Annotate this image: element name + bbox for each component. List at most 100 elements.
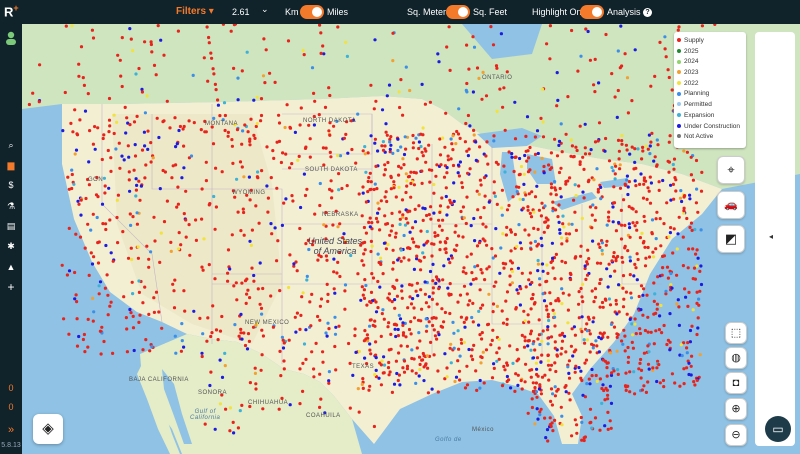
site-marker[interactable] — [174, 351, 178, 355]
site-marker[interactable] — [461, 270, 465, 274]
site-marker[interactable] — [637, 367, 641, 371]
site-marker[interactable] — [437, 218, 441, 222]
site-marker[interactable] — [633, 224, 637, 228]
site-marker[interactable] — [567, 391, 571, 395]
site-marker[interactable] — [102, 339, 106, 344]
site-marker[interactable] — [381, 272, 385, 276]
site-marker[interactable] — [380, 359, 384, 363]
site-marker[interactable] — [659, 244, 663, 248]
site-marker[interactable] — [611, 169, 615, 173]
site-marker[interactable] — [331, 223, 335, 227]
site-marker[interactable] — [538, 410, 542, 414]
site-marker[interactable] — [436, 52, 440, 56]
site-marker[interactable] — [405, 184, 409, 188]
site-marker[interactable] — [70, 186, 74, 191]
site-marker[interactable] — [478, 378, 482, 383]
site-marker[interactable] — [97, 284, 101, 288]
site-marker[interactable] — [547, 378, 551, 382]
site-marker[interactable] — [524, 149, 528, 153]
site-marker[interactable] — [451, 163, 456, 168]
site-marker[interactable] — [201, 332, 205, 336]
site-marker[interactable] — [150, 50, 154, 54]
site-marker[interactable] — [401, 366, 405, 370]
site-marker[interactable] — [510, 281, 514, 285]
site-marker[interactable] — [400, 289, 404, 293]
site-marker[interactable] — [543, 220, 547, 224]
site-marker[interactable] — [336, 225, 340, 229]
site-marker[interactable] — [399, 145, 403, 149]
site-marker[interactable] — [368, 384, 372, 388]
site-marker[interactable] — [630, 340, 634, 344]
site-marker[interactable] — [97, 292, 101, 296]
site-marker[interactable] — [599, 261, 603, 265]
site-marker[interactable] — [99, 352, 103, 356]
site-marker[interactable] — [626, 360, 630, 364]
site-marker[interactable] — [617, 310, 621, 314]
site-marker[interactable] — [179, 243, 183, 247]
site-marker[interactable] — [175, 205, 179, 209]
site-marker[interactable] — [527, 320, 531, 324]
site-marker[interactable] — [134, 188, 138, 192]
site-marker[interactable] — [492, 366, 496, 370]
site-marker[interactable] — [327, 370, 331, 374]
site-marker[interactable] — [356, 387, 360, 391]
site-marker[interactable] — [619, 237, 624, 241]
site-marker[interactable] — [622, 198, 626, 202]
site-marker[interactable] — [544, 436, 548, 440]
site-marker[interactable] — [157, 310, 161, 314]
legend-item[interactable]: 2024 — [677, 57, 743, 68]
site-marker[interactable] — [529, 307, 533, 311]
site-marker[interactable] — [505, 363, 510, 367]
site-marker[interactable] — [345, 54, 349, 58]
site-marker[interactable] — [444, 247, 448, 251]
site-marker[interactable] — [682, 149, 686, 153]
site-marker[interactable] — [394, 231, 398, 235]
site-marker[interactable] — [580, 315, 584, 319]
site-marker[interactable] — [484, 154, 488, 158]
site-marker[interactable] — [505, 225, 509, 229]
site-marker[interactable] — [338, 222, 342, 226]
site-marker[interactable] — [261, 334, 265, 338]
site-marker[interactable] — [553, 418, 557, 422]
site-marker[interactable] — [527, 156, 531, 160]
site-marker[interactable] — [689, 173, 694, 177]
site-marker[interactable] — [334, 368, 338, 372]
site-marker[interactable] — [436, 369, 440, 373]
site-marker[interactable] — [202, 237, 206, 241]
legend-item[interactable]: 2022 — [677, 79, 743, 90]
site-marker[interactable] — [376, 201, 380, 205]
legend-item[interactable]: 2023 — [677, 68, 743, 79]
site-marker[interactable] — [646, 186, 650, 190]
site-marker[interactable] — [603, 297, 608, 301]
site-marker[interactable] — [135, 222, 139, 226]
site-marker[interactable] — [559, 122, 563, 126]
site-marker[interactable] — [283, 125, 287, 130]
site-marker[interactable] — [128, 189, 132, 193]
site-marker[interactable] — [685, 346, 689, 350]
site-marker[interactable] — [391, 151, 395, 155]
site-marker[interactable] — [321, 360, 325, 364]
site-marker[interactable] — [700, 24, 705, 28]
site-marker[interactable] — [443, 145, 447, 149]
site-marker[interactable] — [655, 138, 659, 142]
site-marker[interactable] — [696, 210, 700, 214]
site-marker[interactable] — [600, 252, 605, 256]
site-marker[interactable] — [590, 426, 594, 430]
site-marker[interactable] — [690, 324, 694, 328]
site-marker[interactable] — [273, 80, 277, 84]
site-marker[interactable] — [404, 190, 408, 195]
site-marker[interactable] — [694, 158, 699, 163]
site-marker[interactable] — [640, 157, 644, 161]
site-marker[interactable] — [589, 420, 593, 424]
site-marker[interactable] — [593, 57, 597, 62]
site-marker[interactable] — [135, 114, 139, 118]
site-marker[interactable] — [293, 315, 297, 319]
site-marker[interactable] — [623, 246, 627, 250]
site-marker[interactable] — [657, 188, 661, 192]
site-marker[interactable] — [470, 348, 474, 352]
site-marker[interactable] — [495, 304, 499, 308]
site-marker[interactable] — [511, 361, 515, 365]
site-marker[interactable] — [203, 422, 207, 426]
site-marker[interactable] — [607, 297, 612, 301]
site-marker[interactable] — [684, 295, 688, 299]
